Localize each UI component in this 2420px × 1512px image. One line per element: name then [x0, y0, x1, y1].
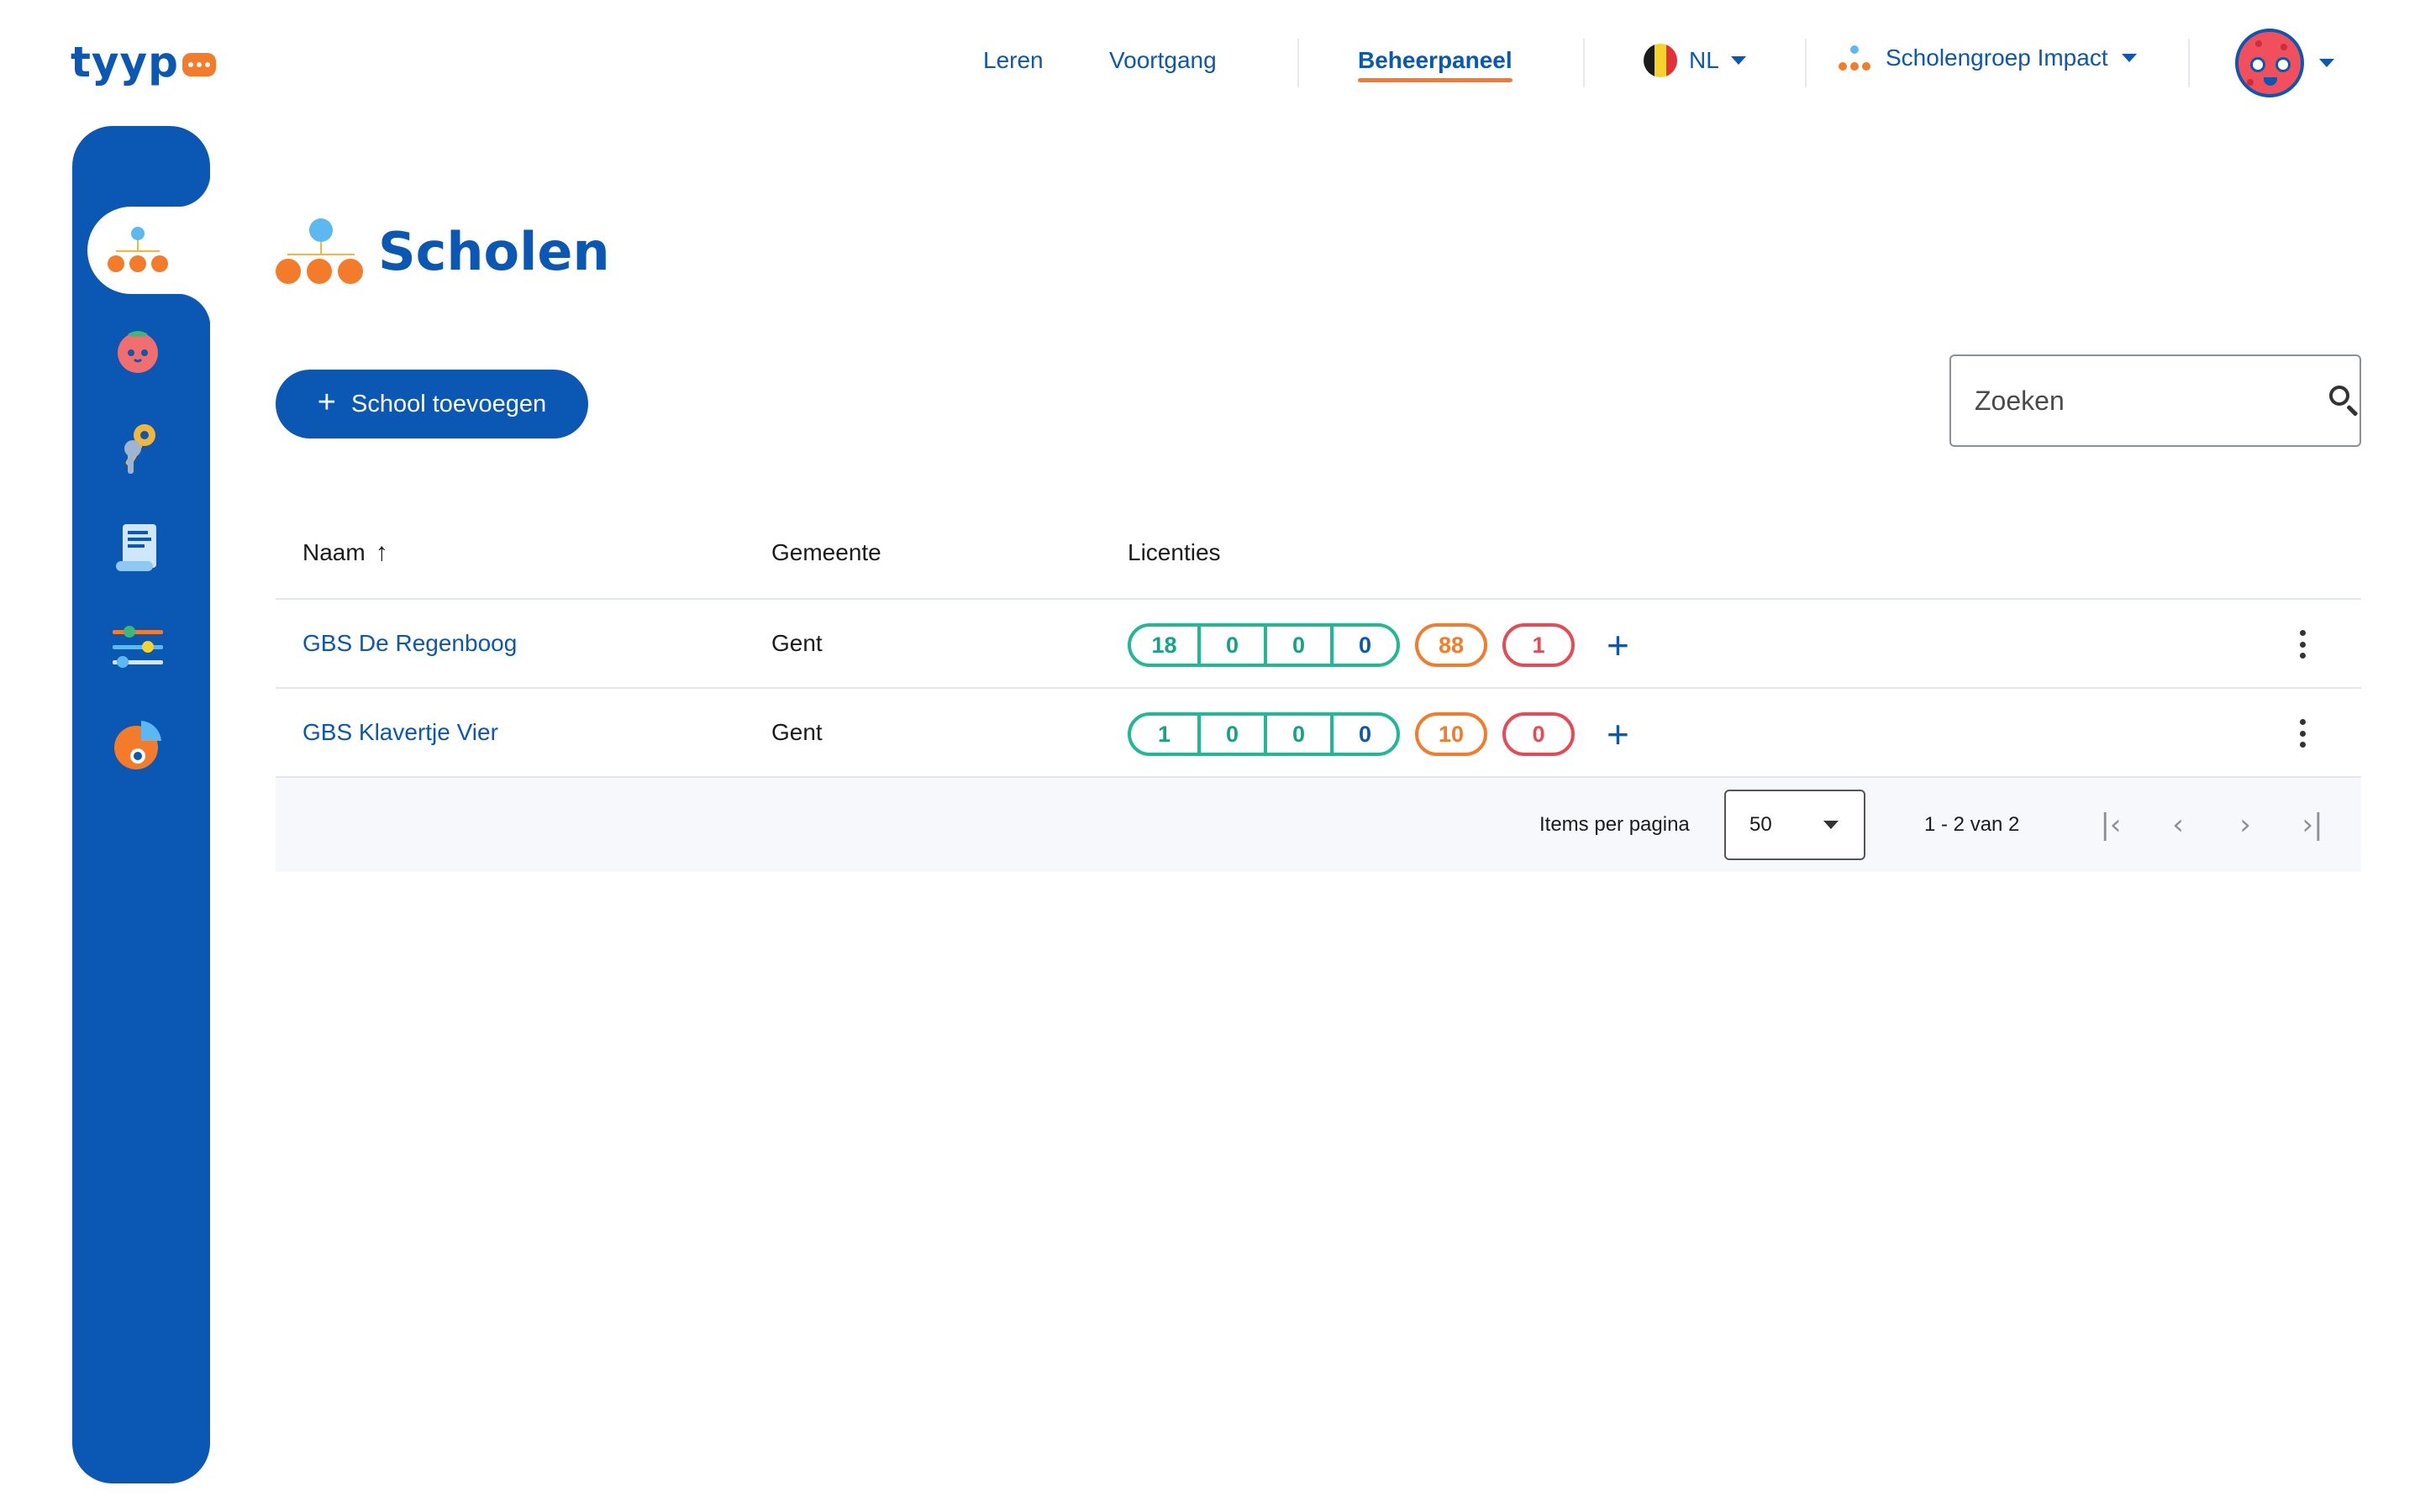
license-count: 0: [1197, 627, 1264, 664]
nav-divider: [1297, 39, 1299, 87]
add-school-label: School toevoegen: [351, 390, 547, 417]
license-count: 1: [1157, 722, 1171, 747]
organization-selector[interactable]: Scholengroep Impact: [1837, 44, 2137, 72]
column-header-naam[interactable]: Naam ↑: [302, 517, 388, 588]
organization-label: Scholengroep Impact: [1886, 45, 2108, 71]
nav-voortgang[interactable]: Voortgang: [1109, 44, 1217, 77]
license-group-badge: 18 0 0 0: [1128, 623, 1400, 667]
keys-icon: [124, 424, 155, 474]
license-group-badge: 1 0 0 0: [1128, 712, 1400, 756]
sort-ascending-icon: ↑: [375, 538, 388, 566]
search-input[interactable]: [1975, 385, 2328, 417]
nav-divider: [1805, 39, 1807, 87]
license-red-badge: 1: [1502, 623, 1575, 667]
nav-divider: [1583, 39, 1585, 87]
nav-divider: [2188, 39, 2190, 87]
chevron-down-icon: [1730, 56, 1746, 65]
sidebar-item-instellingen[interactable]: [104, 613, 171, 680]
user-menu[interactable]: [2235, 29, 2334, 97]
belgium-flag-icon: [1644, 44, 1677, 77]
table-row: GBS Klavertje Vier Gent 1 0 0 0 10 0 +: [276, 689, 2361, 778]
license-orange-badge: 10: [1415, 712, 1487, 756]
chevron-down-icon: [1823, 821, 1839, 829]
license-count: 0: [1330, 716, 1397, 753]
receipt-scroll-icon: [116, 524, 156, 571]
schools-table: Naam ↑ Gemeente Licenties GBS De Regenbo…: [276, 517, 2361, 872]
more-options-icon[interactable]: [2294, 630, 2311, 659]
license-red-badge: 0: [1502, 712, 1575, 756]
school-name-link[interactable]: GBS De Regenboog: [302, 600, 517, 687]
sliders-icon: [113, 626, 163, 668]
chevron-down-icon: [2319, 59, 2334, 67]
license-count: 0: [1264, 716, 1330, 753]
chat-bubble-icon: [182, 53, 216, 76]
sidebar-item-statistieken[interactable]: [104, 712, 171, 780]
add-license-icon[interactable]: +: [1607, 623, 1629, 667]
language-label: NL: [1689, 47, 1719, 73]
next-page-icon[interactable]: ›: [2222, 801, 2269, 848]
license-count: 18: [1151, 633, 1177, 658]
pie-chart-icon: [114, 721, 161, 769]
page-size-select[interactable]: 50: [1724, 790, 1865, 860]
language-selector[interactable]: NL: [1644, 44, 1746, 77]
add-school-button[interactable]: + School toevoegen: [276, 370, 588, 438]
chevron-down-icon: [2121, 54, 2137, 62]
avatar: [2235, 29, 2304, 97]
search-box: [1949, 354, 2361, 447]
column-header-label: Naam: [302, 539, 366, 565]
previous-page-icon[interactable]: ‹: [2154, 801, 2202, 848]
school-tree-icon: [1837, 44, 1872, 72]
first-page-icon[interactable]: |‹: [2087, 801, 2134, 848]
plus-icon: +: [317, 385, 336, 420]
school-tree-icon: [108, 227, 168, 274]
table-header: Naam ↑ Gemeente Licenties: [276, 517, 2361, 600]
page-header: Scholen: [276, 218, 610, 286]
column-header-licenties: Licenties: [1128, 539, 1221, 565]
sidebar-item-licenties[interactable]: [104, 415, 171, 482]
search-icon[interactable]: [2328, 384, 2359, 417]
nav-beheerpaneel[interactable]: Beheerpaneel: [1358, 44, 1512, 82]
sidebar-item-leerlingen[interactable]: [104, 316, 171, 383]
table-row: GBS De Regenboog Gent 18 0 0 0 88 1 +: [276, 600, 2361, 689]
page-title: Scholen: [378, 221, 610, 282]
column-header-gemeente: Gemeente: [771, 539, 881, 565]
license-count: 0: [1264, 627, 1330, 664]
license-count: 0: [1330, 627, 1397, 664]
brand-name: tyyp: [71, 38, 179, 87]
add-license-icon[interactable]: +: [1607, 712, 1629, 756]
page-size-value: 50: [1749, 813, 1772, 836]
license-orange-badge: 88: [1415, 623, 1487, 667]
school-tree-icon: [276, 218, 363, 286]
sidebar-item-facturen[interactable]: [104, 514, 171, 581]
more-options-icon[interactable]: [2294, 719, 2311, 748]
tomato-character-icon: [118, 331, 158, 373]
school-municipality: Gent: [771, 719, 823, 745]
page-range-label: 1 - 2 van 2: [1924, 813, 2020, 836]
license-badges: 18 0 0 0 88 1 +: [1128, 623, 1629, 667]
last-page-icon[interactable]: ›|: [2289, 801, 2336, 848]
paginator: Items per pagina 50 1 - 2 van 2 |‹ ‹ › ›…: [276, 778, 2361, 872]
items-per-page-label: Items per pagina: [1539, 813, 1690, 836]
license-badges: 1 0 0 0 10 0 +: [1128, 712, 1629, 756]
tyyp-logo[interactable]: tyyp: [71, 40, 216, 84]
school-municipality: Gent: [771, 630, 823, 656]
nav-leren[interactable]: Leren: [983, 44, 1044, 77]
sidebar-item-scholen[interactable]: [104, 217, 171, 284]
school-name-link[interactable]: GBS Klavertje Vier: [302, 689, 498, 776]
license-count: 0: [1197, 716, 1264, 753]
